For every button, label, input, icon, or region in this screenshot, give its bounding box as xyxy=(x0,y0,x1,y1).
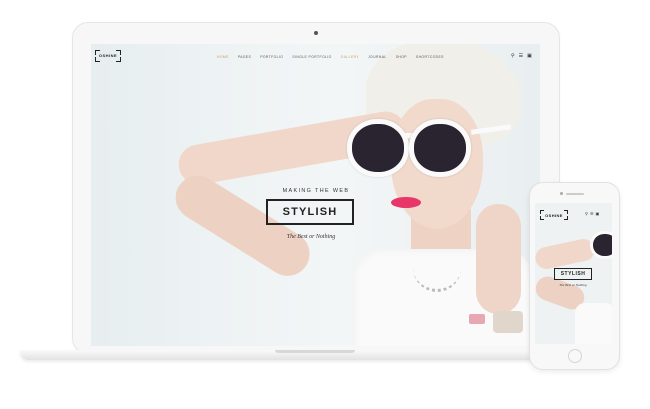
nav-item-portfolio[interactable]: Portfolio xyxy=(260,55,283,59)
search-icon[interactable]: ⚲ xyxy=(511,53,515,59)
phone-header-icons: ⚲ ☰ ▣ xyxy=(585,211,599,216)
hero-section: OSHINE Home Pages Portfolio Single Portf… xyxy=(91,44,540,346)
hero-image-lips xyxy=(391,197,421,208)
phone-device: OSHINE ⚲ ☰ ▣ STYLISH The Best or Nothing xyxy=(529,182,620,370)
sunglasses-lens-left xyxy=(347,119,409,177)
menu-icon[interactable]: ☰ xyxy=(519,53,523,59)
nav-item-journal[interactable]: Journal xyxy=(368,55,387,59)
hero-tagline-bottom: The Best or Nothing xyxy=(286,234,336,240)
hero-headline-box: STYLISH xyxy=(266,199,354,225)
search-icon[interactable]: ⚲ xyxy=(585,211,588,216)
menu-icon[interactable]: ☰ xyxy=(590,211,594,216)
phone-hero-headline-box: STYLISH xyxy=(554,268,592,280)
header-icons: ⚲ ☰ ▣ xyxy=(511,53,532,59)
nav-item-single-portfolio[interactable]: Single Portfolio xyxy=(292,55,331,59)
laptop-screen: OSHINE Home Pages Portfolio Single Portf… xyxy=(91,44,540,346)
hero-image-ring xyxy=(469,314,485,324)
hero-image-forearm xyxy=(167,167,318,285)
hero-image-sunglasses xyxy=(347,119,512,179)
phone-speaker xyxy=(566,193,584,195)
nav-item-shop[interactable]: Shop xyxy=(396,55,407,59)
nav-item-home[interactable]: Home xyxy=(217,55,229,59)
phone-hero-shirt xyxy=(575,303,612,344)
phone-logo-text: OSHINE xyxy=(545,212,563,218)
phone-site-logo[interactable]: OSHINE xyxy=(540,210,568,220)
main-menu: Home Pages Portfolio Single Portfolio Ga… xyxy=(217,55,444,59)
site-logo[interactable]: OSHINE xyxy=(95,50,121,62)
hero-image-hand xyxy=(476,204,521,314)
site-header: OSHINE Home Pages Portfolio Single Portf… xyxy=(91,44,540,70)
cart-icon[interactable]: ▣ xyxy=(527,53,532,59)
phone-hero-tagline: The Best or Nothing xyxy=(559,283,587,287)
logo-text: OSHINE xyxy=(98,53,118,58)
laptop-base-notch xyxy=(275,350,355,353)
nav-item-gallery[interactable]: Gallery xyxy=(341,55,359,59)
phone-home-button[interactable] xyxy=(568,349,582,363)
laptop-device: OSHINE Home Pages Portfolio Single Portf… xyxy=(72,22,560,354)
laptop-base xyxy=(20,350,610,360)
nav-item-shortcodes[interactable]: Shortcodes xyxy=(416,55,444,59)
phone-hero-sunglasses xyxy=(590,231,612,259)
hero-tagline-top: MAKING THE WEB xyxy=(282,188,350,194)
phone-hero-headline: STYLISH xyxy=(560,271,586,277)
phone-hero-arm xyxy=(535,237,597,271)
phone-screen: OSHINE ⚲ ☰ ▣ STYLISH The Best or Nothing xyxy=(535,203,612,344)
laptop-camera xyxy=(314,31,318,35)
phone-camera xyxy=(560,192,563,195)
hero-headline: STYLISH xyxy=(282,206,338,218)
sunglasses-temple xyxy=(470,124,512,135)
cart-icon[interactable]: ▣ xyxy=(596,211,600,216)
nav-item-pages[interactable]: Pages xyxy=(238,55,251,59)
sunglasses-lens-right xyxy=(409,119,471,177)
hero-image-watch xyxy=(493,311,523,333)
